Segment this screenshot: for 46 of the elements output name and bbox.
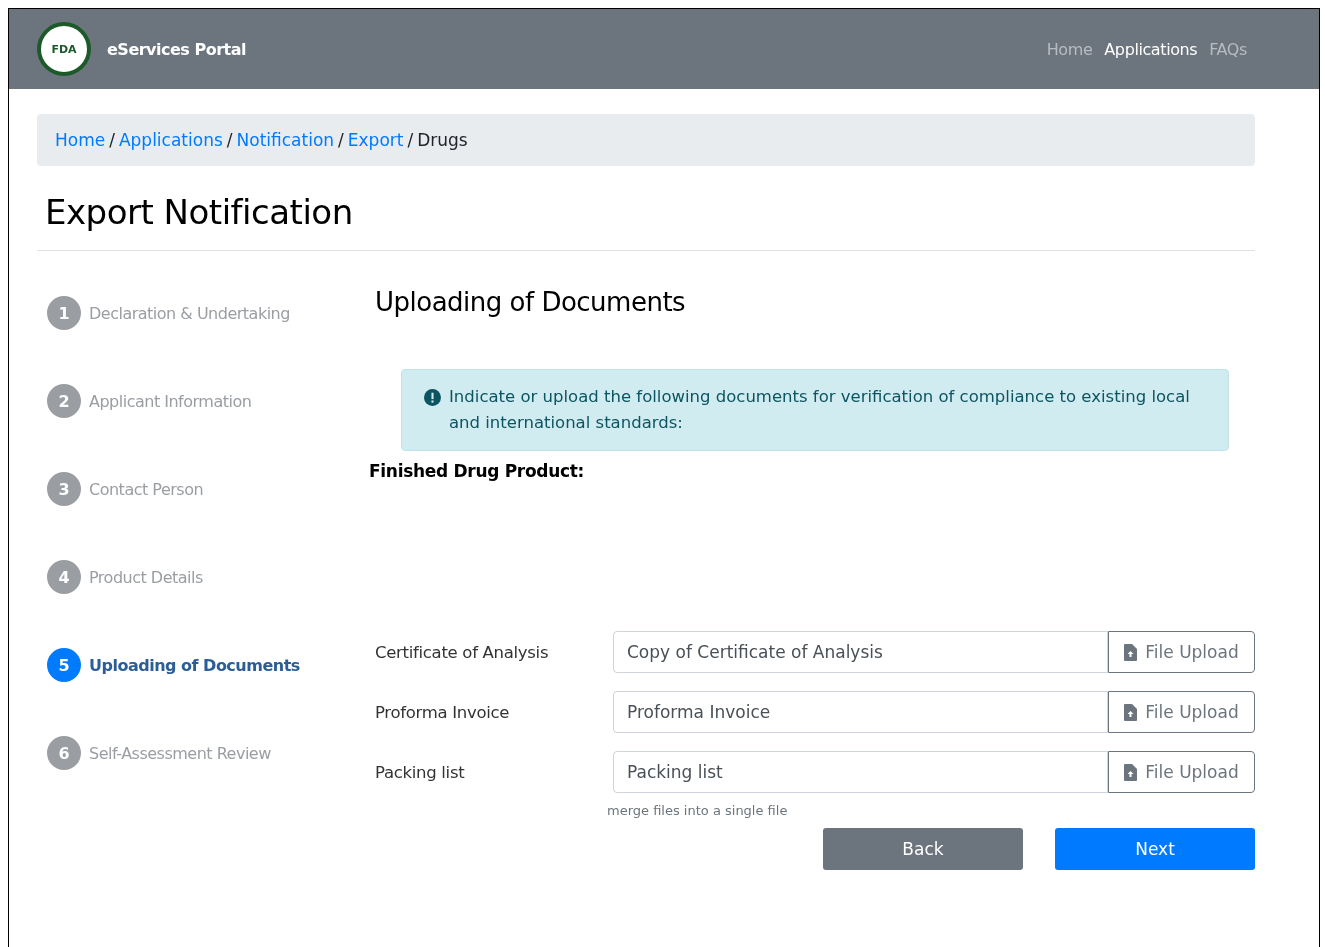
nav-link[interactable]: FAQs <box>1209 39 1247 59</box>
input-field[interactable]: Packing list <box>613 751 1108 793</box>
input-field[interactable]: Proforma Invoice <box>613 691 1108 733</box>
file-upload-button[interactable]: File Upload <box>1108 691 1255 733</box>
portal-title: eServices Portal <box>107 39 246 59</box>
breadcrumb-link[interactable]: Notification <box>236 130 335 150</box>
breadcrumb-current: Drugs <box>417 130 468 150</box>
file-upload-icon <box>1124 703 1138 721</box>
alert-text: Indicate or upload the following documents for verification of compliance to existing local and international standards: <box>449 386 1191 434</box>
exclamation-icon <box>424 389 441 406</box>
next-button[interactable]: Next <box>1055 828 1255 870</box>
step-number: 1 <box>47 296 81 330</box>
subheading: Finished Drug Product: <box>369 461 586 481</box>
file-upload-button[interactable]: File Upload <box>1108 751 1255 793</box>
file-upload-icon <box>1124 763 1138 781</box>
step-label[interactable]: Applicant Information <box>89 391 252 411</box>
breadcrumb-separator: / <box>338 130 344 150</box>
step-number: 6 <box>47 736 81 770</box>
page-title: Export Notification <box>37 166 1255 251</box>
step-label[interactable]: Declaration & Undertaking <box>89 303 290 323</box>
field-label: Packing list <box>374 762 466 782</box>
step-number: 5 <box>47 648 81 682</box>
back-button[interactable]: Back <box>823 828 1023 870</box>
file-upload-button[interactable]: File Upload <box>1108 631 1255 673</box>
nav-link[interactable]: Home <box>1046 39 1093 59</box>
step-label[interactable]: Contact Person <box>89 479 204 499</box>
breadcrumb-separator: / <box>109 130 115 150</box>
field-label: Certificate of Analysis <box>374 642 550 662</box>
file-upload-icon <box>1124 643 1138 661</box>
breadcrumb-separator: / <box>226 130 233 150</box>
step-label[interactable]: Product Details <box>89 567 203 587</box>
hint-text: merge files into a single file <box>607 803 789 818</box>
logo: FDA <box>37 22 91 76</box>
field-label: Proforma Invoice <box>374 702 511 722</box>
nav-link[interactable]: Applications <box>1104 39 1198 59</box>
section-title: Uploading of Documents <box>375 287 687 317</box>
breadcrumb-link[interactable]: Applications <box>118 130 223 150</box>
step-number: 3 <box>47 472 81 506</box>
step-number: 2 <box>47 384 81 418</box>
breadcrumb-link[interactable]: Home <box>55 130 106 150</box>
input-field[interactable]: Copy of Certificate of Analysis <box>613 631 1108 673</box>
step-label[interactable]: Self-Assessment Review <box>89 743 271 763</box>
step-label[interactable]: Uploading of Documents <box>89 655 300 675</box>
step-number: 4 <box>47 560 81 594</box>
breadcrumb-separator: / <box>407 130 414 150</box>
breadcrumb-link[interactable]: Export <box>347 130 404 150</box>
